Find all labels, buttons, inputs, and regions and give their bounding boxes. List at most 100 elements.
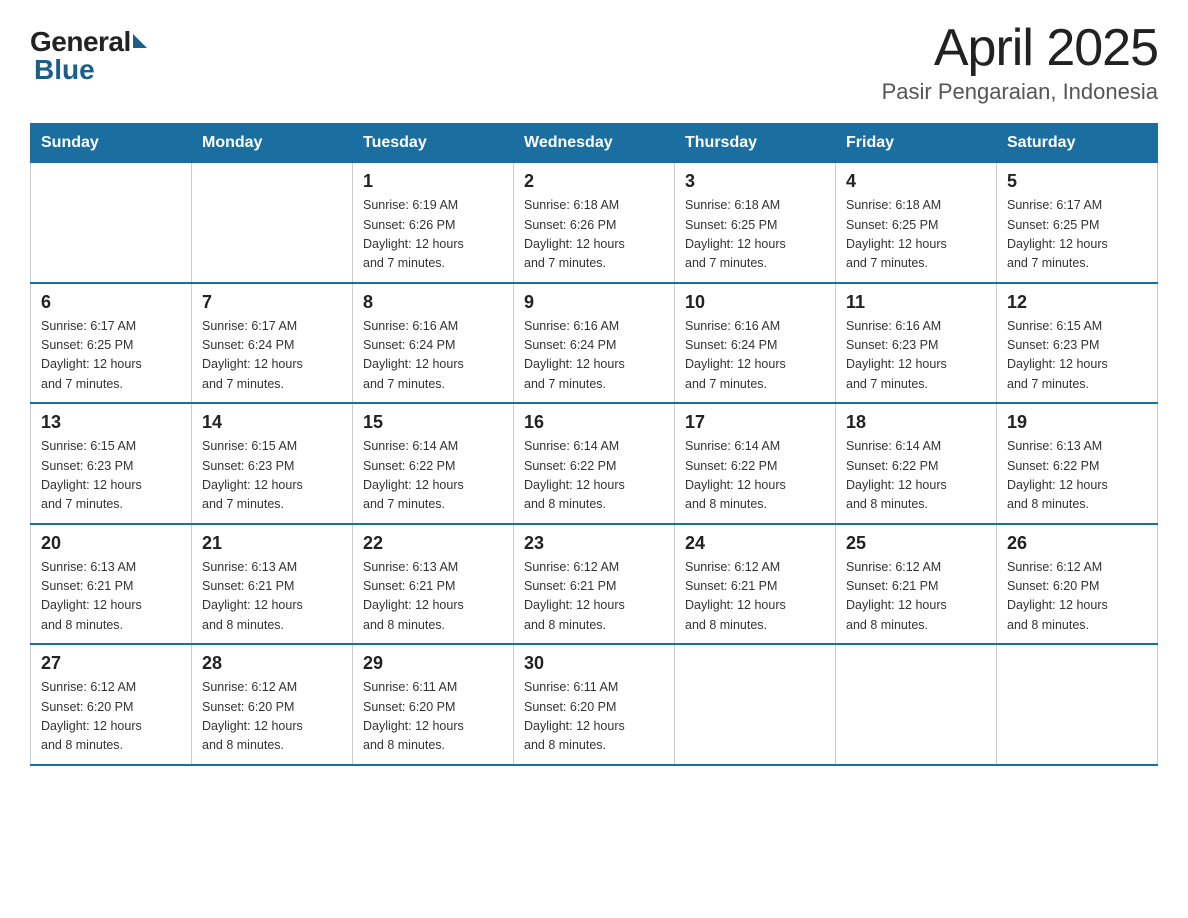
calendar-cell: 3 Sunrise: 6:18 AM Sunset: 6:25 PM Daylig…	[675, 163, 836, 283]
weekday-header-thursday: Thursday	[675, 124, 836, 163]
day-info: Sunrise: 6:15 AM Sunset: 6:23 PM Dayligh…	[41, 437, 181, 515]
calendar-week-4: 20 Sunrise: 6:13 AM Sunset: 6:21 PM Dayli…	[31, 524, 1158, 645]
day-info: Sunrise: 6:14 AM Sunset: 6:22 PM Dayligh…	[846, 437, 986, 515]
weekday-header-monday: Monday	[192, 124, 353, 163]
day-info: Sunrise: 6:14 AM Sunset: 6:22 PM Dayligh…	[524, 437, 664, 515]
calendar-cell	[997, 644, 1158, 765]
calendar-cell: 27 Sunrise: 6:12 AM Sunset: 6:20 PM Dayli…	[31, 644, 192, 765]
title-block: April 2025 Pasir Pengaraian, Indonesia	[882, 20, 1158, 105]
day-info: Sunrise: 6:12 AM Sunset: 6:20 PM Dayligh…	[1007, 558, 1147, 636]
day-number: 27	[41, 653, 181, 674]
day-number: 23	[524, 533, 664, 554]
calendar-week-2: 6 Sunrise: 6:17 AM Sunset: 6:25 PM Daylig…	[31, 283, 1158, 404]
day-number: 6	[41, 292, 181, 313]
day-number: 14	[202, 412, 342, 433]
calendar-cell	[31, 163, 192, 283]
day-info: Sunrise: 6:12 AM Sunset: 6:21 PM Dayligh…	[846, 558, 986, 636]
calendar-cell: 26 Sunrise: 6:12 AM Sunset: 6:20 PM Dayli…	[997, 524, 1158, 645]
day-info: Sunrise: 6:14 AM Sunset: 6:22 PM Dayligh…	[363, 437, 503, 515]
day-number: 24	[685, 533, 825, 554]
day-info: Sunrise: 6:16 AM Sunset: 6:24 PM Dayligh…	[524, 317, 664, 395]
day-number: 25	[846, 533, 986, 554]
calendar-cell: 9Sunrise: 6:16 AM Sunset: 6:24 PM Daylig…	[514, 283, 675, 404]
day-info: Sunrise: 6:18 AM Sunset: 6:25 PM Dayligh…	[846, 196, 986, 274]
calendar-cell: 6 Sunrise: 6:17 AM Sunset: 6:25 PM Daylig…	[31, 283, 192, 404]
day-number: 5	[1007, 171, 1147, 192]
day-info: Sunrise: 6:19 AM Sunset: 6:26 PM Dayligh…	[363, 196, 503, 274]
calendar-cell: 12 Sunrise: 6:15 AM Sunset: 6:23 PM Dayli…	[997, 283, 1158, 404]
calendar-cell: 10 Sunrise: 6:16 AM Sunset: 6:24 PM Dayli…	[675, 283, 836, 404]
calendar-cell: 25 Sunrise: 6:12 AM Sunset: 6:21 PM Dayli…	[836, 524, 997, 645]
day-info: Sunrise: 6:11 AM Sunset: 6:20 PM Dayligh…	[524, 678, 664, 756]
calendar-cell: 5 Sunrise: 6:17 AM Sunset: 6:25 PM Daylig…	[997, 163, 1158, 283]
day-info: Sunrise: 6:17 AM Sunset: 6:25 PM Dayligh…	[41, 317, 181, 395]
calendar-table: SundayMondayTuesdayWednesdayThursdayFrid…	[30, 123, 1158, 766]
calendar-subtitle: Pasir Pengaraian, Indonesia	[882, 79, 1158, 105]
day-info: Sunrise: 6:13 AM Sunset: 6:21 PM Dayligh…	[363, 558, 503, 636]
day-info: Sunrise: 6:12 AM Sunset: 6:20 PM Dayligh…	[41, 678, 181, 756]
day-info: Sunrise: 6:11 AM Sunset: 6:20 PM Dayligh…	[363, 678, 503, 756]
calendar-week-3: 13 Sunrise: 6:15 AM Sunset: 6:23 PM Dayli…	[31, 403, 1158, 524]
calendar-cell: 1 Sunrise: 6:19 AM Sunset: 6:26 PM Daylig…	[353, 163, 514, 283]
logo: General Blue	[30, 28, 147, 86]
calendar-cell: 8 Sunrise: 6:16 AM Sunset: 6:24 PM Daylig…	[353, 283, 514, 404]
day-number: 28	[202, 653, 342, 674]
day-number: 19	[1007, 412, 1147, 433]
calendar-cell: 23 Sunrise: 6:12 AM Sunset: 6:21 PM Dayli…	[514, 524, 675, 645]
calendar-cell: 28Sunrise: 6:12 AM Sunset: 6:20 PM Dayli…	[192, 644, 353, 765]
day-number: 22	[363, 533, 503, 554]
day-number: 29	[363, 653, 503, 674]
day-info: Sunrise: 6:14 AM Sunset: 6:22 PM Dayligh…	[685, 437, 825, 515]
day-number: 20	[41, 533, 181, 554]
day-number: 12	[1007, 292, 1147, 313]
calendar-week-1: 1 Sunrise: 6:19 AM Sunset: 6:26 PM Daylig…	[31, 163, 1158, 283]
weekday-header-tuesday: Tuesday	[353, 124, 514, 163]
day-info: Sunrise: 6:16 AM Sunset: 6:24 PM Dayligh…	[685, 317, 825, 395]
calendar-cell: 2 Sunrise: 6:18 AM Sunset: 6:26 PM Daylig…	[514, 163, 675, 283]
calendar-cell: 20 Sunrise: 6:13 AM Sunset: 6:21 PM Dayli…	[31, 524, 192, 645]
day-info: Sunrise: 6:18 AM Sunset: 6:26 PM Dayligh…	[524, 196, 664, 274]
calendar-cell: 24Sunrise: 6:12 AM Sunset: 6:21 PM Dayli…	[675, 524, 836, 645]
day-info: Sunrise: 6:13 AM Sunset: 6:21 PM Dayligh…	[41, 558, 181, 636]
day-info: Sunrise: 6:15 AM Sunset: 6:23 PM Dayligh…	[1007, 317, 1147, 395]
day-number: 8	[363, 292, 503, 313]
calendar-title: April 2025	[882, 20, 1158, 77]
day-info: Sunrise: 6:15 AM Sunset: 6:23 PM Dayligh…	[202, 437, 342, 515]
day-info: Sunrise: 6:16 AM Sunset: 6:23 PM Dayligh…	[846, 317, 986, 395]
weekday-header-sunday: Sunday	[31, 124, 192, 163]
day-number: 15	[363, 412, 503, 433]
calendar-cell	[192, 163, 353, 283]
weekday-header-friday: Friday	[836, 124, 997, 163]
weekday-header-saturday: Saturday	[997, 124, 1158, 163]
day-info: Sunrise: 6:17 AM Sunset: 6:25 PM Dayligh…	[1007, 196, 1147, 274]
day-number: 4	[846, 171, 986, 192]
calendar-cell: 15 Sunrise: 6:14 AM Sunset: 6:22 PM Dayli…	[353, 403, 514, 524]
day-number: 26	[1007, 533, 1147, 554]
logo-blue-text: Blue	[30, 54, 95, 86]
calendar-cell: 7Sunrise: 6:17 AM Sunset: 6:24 PM Daylig…	[192, 283, 353, 404]
day-number: 16	[524, 412, 664, 433]
day-info: Sunrise: 6:12 AM Sunset: 6:21 PM Dayligh…	[524, 558, 664, 636]
day-number: 11	[846, 292, 986, 313]
day-number: 1	[363, 171, 503, 192]
day-number: 10	[685, 292, 825, 313]
weekday-header-wednesday: Wednesday	[514, 124, 675, 163]
calendar-cell: 29 Sunrise: 6:11 AM Sunset: 6:20 PM Dayli…	[353, 644, 514, 765]
logo-general-text: General	[30, 28, 131, 56]
day-number: 2	[524, 171, 664, 192]
day-info: Sunrise: 6:13 AM Sunset: 6:21 PM Dayligh…	[202, 558, 342, 636]
page-header: General Blue April 2025 Pasir Pengaraian…	[30, 20, 1158, 105]
day-info: Sunrise: 6:18 AM Sunset: 6:25 PM Dayligh…	[685, 196, 825, 274]
day-number: 30	[524, 653, 664, 674]
day-info: Sunrise: 6:16 AM Sunset: 6:24 PM Dayligh…	[363, 317, 503, 395]
calendar-cell: 4 Sunrise: 6:18 AM Sunset: 6:25 PM Daylig…	[836, 163, 997, 283]
calendar-cell: 19 Sunrise: 6:13 AM Sunset: 6:22 PM Dayli…	[997, 403, 1158, 524]
day-number: 17	[685, 412, 825, 433]
calendar-cell: 16 Sunrise: 6:14 AM Sunset: 6:22 PM Dayli…	[514, 403, 675, 524]
calendar-cell: 18Sunrise: 6:14 AM Sunset: 6:22 PM Dayli…	[836, 403, 997, 524]
day-info: Sunrise: 6:13 AM Sunset: 6:22 PM Dayligh…	[1007, 437, 1147, 515]
day-number: 21	[202, 533, 342, 554]
day-number: 3	[685, 171, 825, 192]
day-number: 13	[41, 412, 181, 433]
calendar-cell: 13 Sunrise: 6:15 AM Sunset: 6:23 PM Dayli…	[31, 403, 192, 524]
